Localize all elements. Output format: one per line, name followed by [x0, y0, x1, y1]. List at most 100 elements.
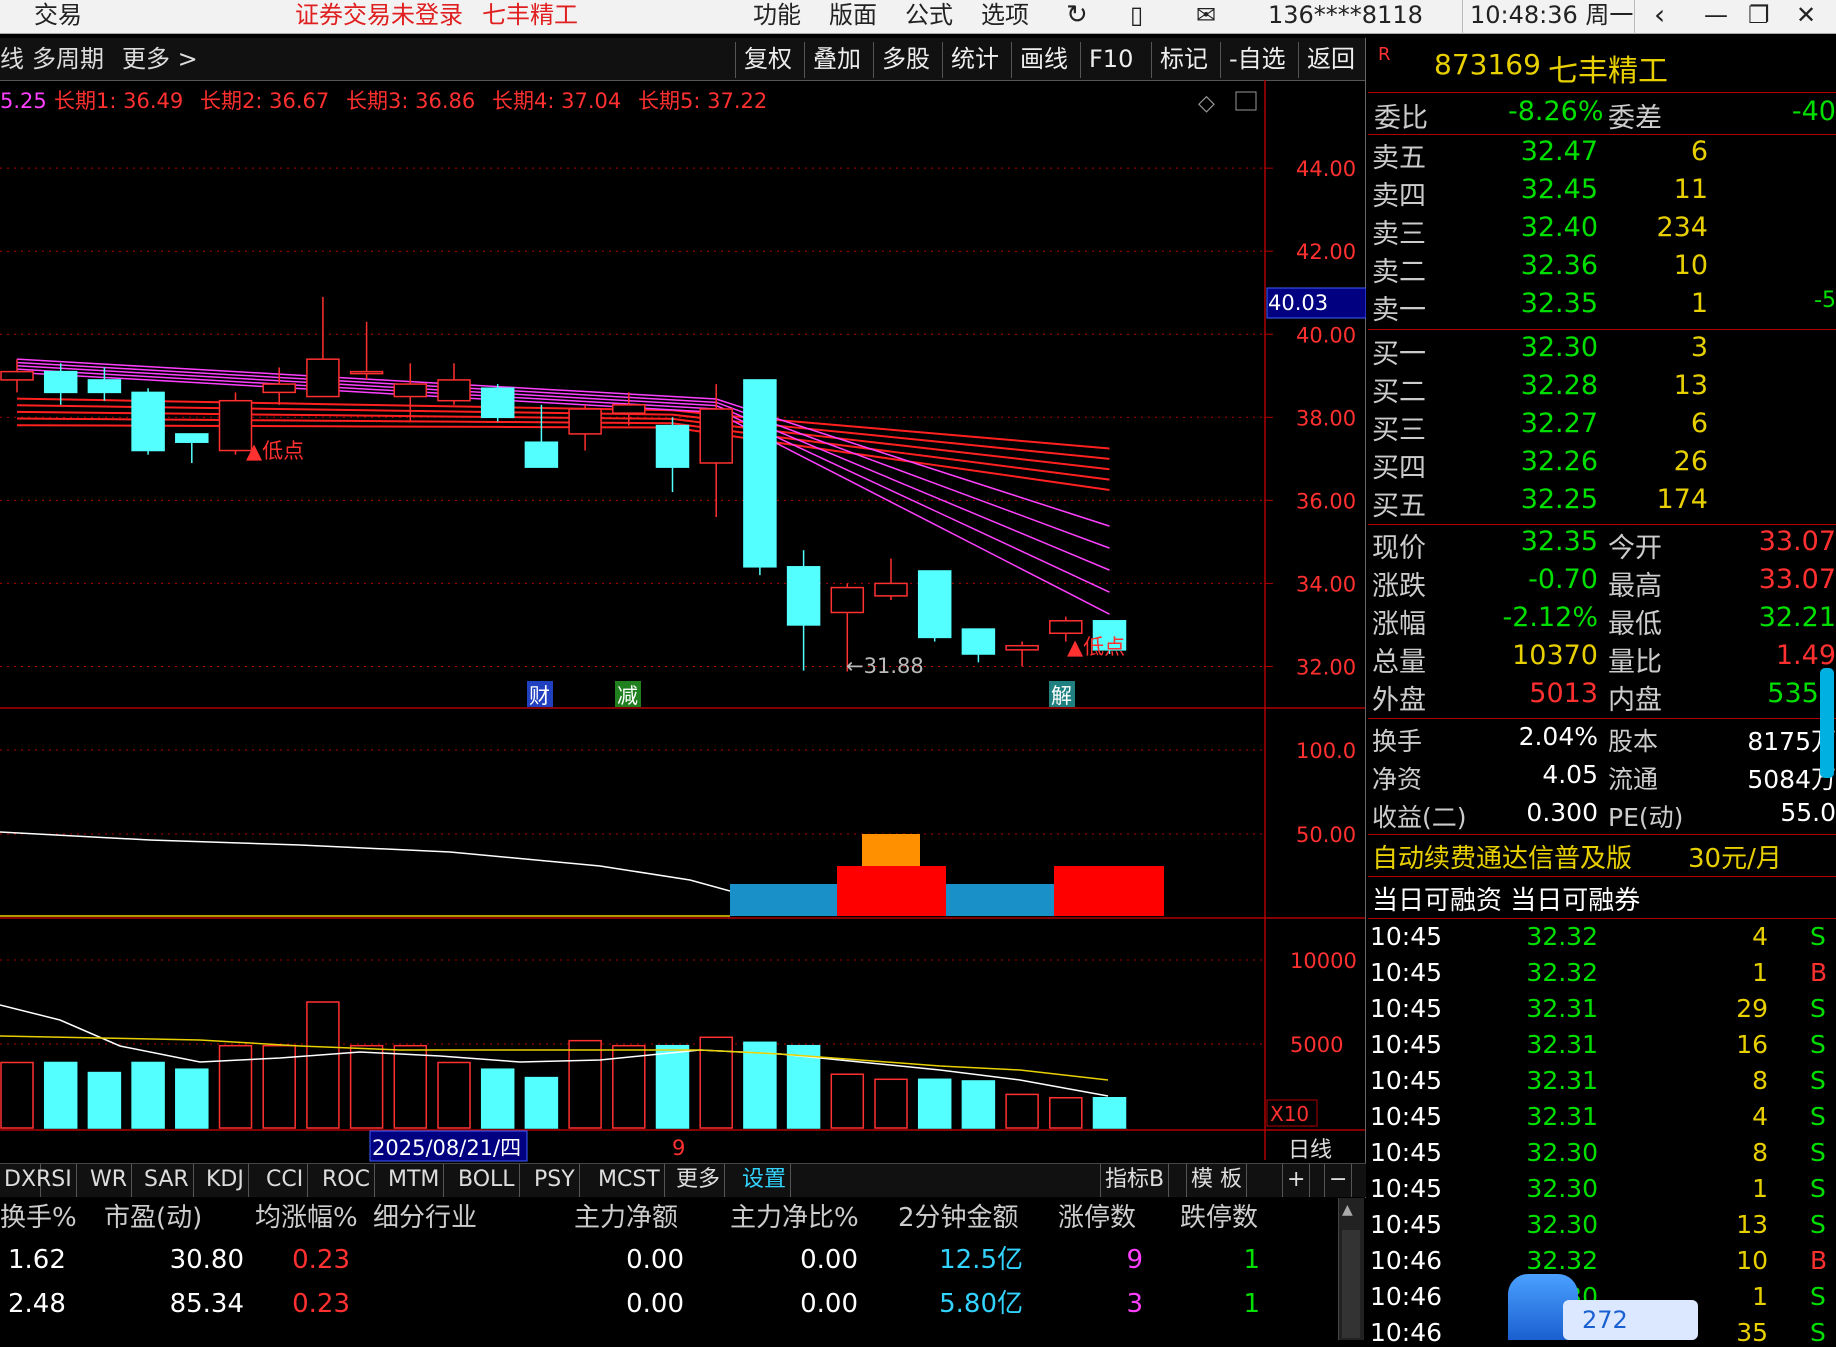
tick-price: 32.31: [1526, 1066, 1598, 1095]
table-header[interactable]: 主力净额: [574, 1198, 678, 1238]
side-scroll-icon[interactable]: [1820, 668, 1834, 778]
indicator-tab-mcst[interactable]: MCST: [594, 1164, 665, 1197]
table-header[interactable]: 跌停数: [1180, 1198, 1258, 1238]
event-badge-reduce-text: 减: [617, 684, 638, 708]
candle: [175, 433, 209, 443]
indicator-tab-boll[interactable]: BOLL: [454, 1164, 520, 1197]
tick-side: S: [1810, 1102, 1826, 1131]
candle: [43, 370, 78, 394]
table-cell: 0.00: [626, 1245, 684, 1275]
indicator-tab-bar: DX RSI WR SAR KDJ CCI ROC MTM BOLL PSY MCST 更多 设置 指标B…: [0, 1163, 1366, 1197]
price-tick-label: 40.00: [1296, 323, 1356, 347]
candle: [743, 379, 777, 568]
indicator-tick-label: 50.00: [1296, 823, 1356, 847]
candle: [306, 358, 340, 398]
volume-bar: [961, 1080, 996, 1129]
bid-price[interactable]: 32.25: [1488, 484, 1598, 515]
diamond-icon[interactable]: ◇: [1198, 91, 1215, 116]
promo-price[interactable]: 30元/月: [1688, 838, 1782, 875]
ask-volume: 6: [1690, 136, 1708, 167]
volume-bar: [917, 1078, 952, 1129]
tick-side: S: [1810, 1030, 1826, 1059]
promo-text[interactable]: 自动续费通达信普及版: [1372, 838, 1632, 875]
table-header[interactable]: 主力净比%: [730, 1198, 859, 1238]
stat-label: 最高: [1608, 571, 1662, 602]
indicator-tab-sar[interactable]: SAR: [140, 1164, 194, 1197]
volume-tick-label: 10000: [1290, 949, 1357, 973]
scroll-up-icon[interactable]: ▲: [1342, 1202, 1360, 1220]
bid-price[interactable]: 32.27: [1488, 408, 1598, 439]
indicator-right-3[interactable]: −: [1324, 1164, 1353, 1197]
table-header[interactable]: 换手%: [0, 1198, 77, 1238]
stat-label: 总量: [1372, 647, 1426, 678]
ask-change: -5: [1814, 288, 1836, 313]
indicator-tab-wr[interactable]: WR: [86, 1164, 133, 1197]
clock: 10:48:36 周一: [1470, 1, 1634, 29]
stat-label: 净资: [1372, 765, 1423, 794]
volume-bar: [874, 1078, 908, 1129]
indicator-tab-roc[interactable]: ROC: [318, 1164, 375, 1197]
tick-side: S: [1810, 1138, 1826, 1167]
indicator-right-0[interactable]: 指标B: [1100, 1164, 1170, 1197]
stat-label: 换手: [1372, 727, 1423, 756]
period-label[interactable]: 日线: [1288, 1138, 1332, 1163]
candle: [699, 408, 733, 464]
restore-icon[interactable]: ❐: [1748, 0, 1770, 34]
volume-bar: [306, 1001, 340, 1129]
close-icon[interactable]: ✕: [1796, 0, 1816, 34]
stat-value: -2.12%: [1502, 602, 1598, 633]
minimize-icon[interactable]: —: [1704, 0, 1728, 34]
back-arrow-icon[interactable]: ‹: [1654, 0, 1665, 34]
scroll-thumb[interactable]: [1342, 1230, 1360, 1338]
bid-price[interactable]: 32.28: [1488, 370, 1598, 401]
stat-value: 8175万: [1747, 727, 1836, 756]
candle: [480, 387, 515, 419]
table-header[interactable]: 涨停数: [1058, 1198, 1136, 1238]
table-scrollbar[interactable]: ▲: [1338, 1198, 1364, 1340]
indicator-tab-rsi[interactable]: RSI: [32, 1164, 77, 1197]
sector-table[interactable]: 换手% 市盈(动) 均涨幅% 细分行业 主力净额 主力净比% 2分钟金额 涨停数 跌停数 1.6…: [0, 1198, 1366, 1340]
ask-price[interactable]: 32.45: [1488, 174, 1598, 205]
stat-label: 今开: [1608, 533, 1662, 564]
net-speed: 272: [1582, 1306, 1628, 1334]
bid-price[interactable]: 32.26: [1488, 446, 1598, 477]
tick-price: 32.32: [1526, 1246, 1598, 1275]
indicator-tab-mtm[interactable]: MTM: [384, 1164, 445, 1197]
indicator-tab-cci[interactable]: CCI: [262, 1164, 309, 1197]
indicator-tab-更多[interactable]: 更多: [672, 1164, 726, 1197]
tick-volume: 4: [1752, 1102, 1768, 1131]
ask-price[interactable]: 32.40: [1488, 212, 1598, 243]
volume-bar: [43, 1061, 78, 1129]
volume-bar: [524, 1076, 559, 1129]
kline-chart[interactable]: 44.00 42.00 40.00 38.00 36.00 34.00 32.00 100.0…: [0, 0, 1366, 1340]
ask-label: 卖一: [1372, 295, 1426, 326]
indicator-right-1[interactable]: 模 板: [1186, 1164, 1247, 1197]
low-label-1: ▲低点: [246, 439, 304, 463]
indicator-tab-kdj[interactable]: KDJ: [202, 1164, 249, 1197]
panel-toggle-icon[interactable]: [1235, 91, 1257, 111]
volume-ma-yellow: [0, 1035, 1109, 1081]
tick-volume: 10: [1736, 1246, 1768, 1275]
ma-legend-0: 5.25: [0, 89, 47, 113]
indicator-right-2[interactable]: +: [1282, 1164, 1311, 1197]
tick-time: 10:45: [1370, 1174, 1443, 1203]
table-header[interactable]: 均涨幅%: [255, 1198, 358, 1238]
table-cell: 0.00: [626, 1289, 684, 1319]
ask-price[interactable]: 32.35: [1488, 288, 1598, 319]
table-header[interactable]: 市盈(动): [104, 1198, 202, 1238]
tick-time: 10:45: [1370, 922, 1443, 951]
ask-price[interactable]: 32.47: [1488, 136, 1598, 167]
weicha-value: -40: [1791, 96, 1836, 127]
ask-price[interactable]: 32.36: [1488, 250, 1598, 281]
margin-text: 当日可融资 当日可融券: [1372, 886, 1641, 916]
ask-label: 卖四: [1372, 181, 1426, 212]
bid-price[interactable]: 32.30: [1488, 332, 1598, 363]
indicator-tab-设置[interactable]: 设置: [738, 1164, 792, 1197]
tick-side: S: [1810, 1066, 1826, 1095]
table-header[interactable]: 2分钟金额: [898, 1198, 1019, 1238]
candle: [524, 441, 559, 468]
indicator-tab-psy[interactable]: PSY: [530, 1164, 580, 1197]
indicator-block: [1054, 866, 1164, 916]
table-header[interactable]: 细分行业: [373, 1198, 477, 1238]
stat-value: 32.21: [1758, 602, 1836, 633]
